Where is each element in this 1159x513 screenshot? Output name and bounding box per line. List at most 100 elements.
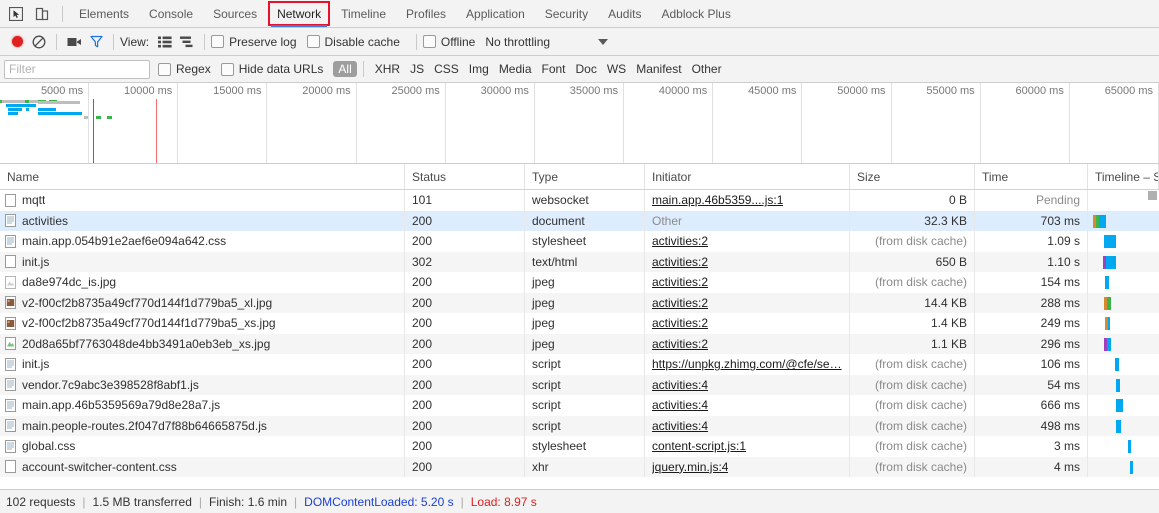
initiator-link[interactable]: activities:2: [652, 255, 708, 269]
list-view-button[interactable]: [154, 32, 176, 52]
table-row[interactable]: global.css 200 stylesheet content-script.js…: [0, 436, 1159, 457]
tab-timeline[interactable]: Timeline: [331, 0, 396, 27]
table-row[interactable]: da8e974dc_is.jpg 200 jpeg activities:2 (from…: [0, 272, 1159, 293]
cell-name[interactable]: 20d8a65bf7763048de4bb3491a0eb3eb_xs.jpg: [0, 333, 405, 354]
initiator-link[interactable]: activities:4: [652, 419, 708, 433]
tab-profiles[interactable]: Profiles: [396, 0, 456, 27]
column-header-type[interactable]: Type: [525, 164, 645, 189]
tab-security[interactable]: Security: [535, 0, 598, 27]
table-row[interactable]: main.people-routes.2f047d7f88b64665875d.…: [0, 415, 1159, 436]
cell-initiator[interactable]: activities:2: [645, 231, 850, 252]
table-row[interactable]: main.app.46b5359569a79d8e28a7.js 200 scrip…: [0, 395, 1159, 416]
table-row[interactable]: account-switcher-content.css 200 xhr jquery…: [0, 456, 1159, 477]
cell-initiator[interactable]: activities:4: [645, 415, 850, 436]
initiator-link[interactable]: activities:2: [652, 337, 708, 351]
cell-initiator[interactable]: activities:2: [645, 292, 850, 313]
cell-name[interactable]: activities: [0, 210, 405, 231]
cell-initiator[interactable]: activities:2: [645, 251, 850, 272]
table-row[interactable]: main.app.054b91e2aef6e094a642.css 200 styl…: [0, 231, 1159, 252]
cell-name[interactable]: v2-f00cf2b8735a49cf770d144f1d779ba5_xs.j…: [0, 313, 405, 334]
table-row[interactable]: init.js 200 script https://unpkg.zhimg.com/…: [0, 354, 1159, 375]
scrollbar-thumb[interactable]: [1148, 191, 1157, 200]
initiator-link[interactable]: activities:2: [652, 296, 708, 310]
cell-initiator[interactable]: activities:4: [645, 374, 850, 395]
chevron-down-icon[interactable]: [598, 38, 609, 45]
initiator-link[interactable]: activities:2: [652, 234, 708, 248]
filter-type-font[interactable]: Font: [537, 62, 571, 76]
column-header-time[interactable]: Time: [975, 164, 1088, 189]
throttling-select[interactable]: No throttling: [485, 35, 550, 49]
cell-initiator[interactable]: activities:2: [645, 272, 850, 293]
filter-toggle-button[interactable]: [85, 32, 107, 52]
table-row[interactable]: 20d8a65bf7763048de4bb3491a0eb3eb_xs.jpg 2…: [0, 333, 1159, 354]
waterfall-view-button[interactable]: [176, 32, 198, 52]
cell-initiator[interactable]: main.app.46b5359....js:1: [645, 190, 850, 211]
filter-type-ws[interactable]: WS: [602, 62, 631, 76]
initiator-link[interactable]: activities:4: [652, 378, 708, 392]
tab-elements[interactable]: Elements: [69, 0, 139, 27]
preserve-log-checkbox[interactable]: Preserve log: [211, 35, 297, 49]
table-row[interactable]: v2-f00cf2b8735a49cf770d144f1d779ba5_xl.j…: [0, 292, 1159, 313]
filter-type-js[interactable]: JS: [405, 62, 429, 76]
filter-type-img[interactable]: Img: [464, 62, 494, 76]
initiator-link[interactable]: main.app.46b5359....js:1: [652, 193, 783, 207]
cell-name[interactable]: main.app.46b5359569a79d8e28a7.js: [0, 395, 405, 416]
filter-type-all[interactable]: All: [333, 61, 357, 77]
inspect-element-icon[interactable]: [6, 4, 26, 23]
filter-type-css[interactable]: CSS: [429, 62, 464, 76]
cell-initiator[interactable]: jquery.min.js:4: [645, 456, 850, 477]
table-row[interactable]: v2-f00cf2b8735a49cf770d144f1d779ba5_xs.j…: [0, 313, 1159, 334]
filter-type-manifest[interactable]: Manifest: [631, 62, 686, 76]
tab-audits[interactable]: Audits: [598, 0, 651, 27]
network-overview-graph[interactable]: 5000 ms 10000 ms 15000 ms 20000 ms 25000 ms 3…: [0, 83, 1159, 164]
regex-checkbox[interactable]: Regex: [158, 62, 211, 76]
cell-name[interactable]: account-switcher-content.css: [0, 456, 405, 477]
cell-name[interactable]: global.css: [0, 436, 405, 457]
cell-name[interactable]: main.app.054b91e2aef6e094a642.css: [0, 231, 405, 252]
disable-cache-checkbox[interactable]: Disable cache: [306, 35, 400, 49]
table-row[interactable]: activities 200 document Other 32.3 KB 703 ms: [0, 210, 1159, 231]
column-header-size[interactable]: Size: [850, 164, 975, 189]
cell-name[interactable]: mqtt: [0, 190, 405, 211]
filter-input[interactable]: [4, 59, 150, 79]
capture-screenshots-button[interactable]: [63, 32, 85, 52]
initiator-link[interactable]: content-script.js:1: [652, 439, 746, 453]
cell-name[interactable]: da8e974dc_is.jpg: [0, 272, 405, 293]
cell-initiator[interactable]: activities:4: [645, 395, 850, 416]
cell-initiator[interactable]: activities:2: [645, 313, 850, 334]
cell-initiator[interactable]: activities:2: [645, 333, 850, 354]
filter-type-other[interactable]: Other: [687, 62, 727, 76]
table-row[interactable]: vendor.7c9abc3e398528f8abf1.js 200 script a…: [0, 374, 1159, 395]
initiator-link[interactable]: activities:2: [652, 316, 708, 330]
hide-data-urls-checkbox[interactable]: Hide data URLs: [220, 62, 323, 76]
cell-name[interactable]: v2-f00cf2b8735a49cf770d144f1d779ba5_xl.j…: [0, 292, 405, 313]
clear-button[interactable]: [28, 32, 50, 52]
initiator-link[interactable]: jquery.min.js:4: [652, 460, 728, 474]
cell-initiator[interactable]: https://unpkg.zhimg.com/@cfe/se…: [645, 354, 850, 375]
filter-type-xhr[interactable]: XHR: [370, 62, 405, 76]
initiator-link[interactable]: https://unpkg.zhimg.com/@cfe/se…: [652, 357, 842, 371]
tab-network[interactable]: Network: [267, 0, 331, 27]
device-toolbar-icon[interactable]: [32, 4, 52, 23]
record-button[interactable]: [6, 32, 28, 52]
tab-application[interactable]: Application: [456, 0, 535, 27]
tab-adblock-plus[interactable]: Adblock Plus: [651, 0, 740, 27]
column-header-status[interactable]: Status: [405, 164, 525, 189]
tab-sources[interactable]: Sources: [203, 0, 267, 27]
cell-initiator[interactable]: content-script.js:1: [645, 436, 850, 457]
column-header-name[interactable]: Name: [0, 164, 405, 189]
tab-console[interactable]: Console: [139, 0, 203, 27]
cell-name[interactable]: main.people-routes.2f047d7f88b64665875d.…: [0, 415, 405, 436]
cell-name[interactable]: vendor.7c9abc3e398528f8abf1.js: [0, 374, 405, 395]
column-header-waterfall[interactable]: Timeline – St: [1088, 164, 1159, 189]
cell-name[interactable]: init.js: [0, 251, 405, 272]
filter-type-doc[interactable]: Doc: [571, 62, 602, 76]
table-row[interactable]: mqtt 101 websocket main.app.46b5359....js:1…: [0, 190, 1159, 211]
initiator-link[interactable]: activities:2: [652, 275, 708, 289]
offline-checkbox[interactable]: Offline: [422, 35, 475, 49]
table-row[interactable]: init.js 302 text/html activities:2 650 B 1.10…: [0, 251, 1159, 272]
cell-name[interactable]: init.js: [0, 354, 405, 375]
initiator-link[interactable]: activities:4: [652, 398, 708, 412]
filter-type-media[interactable]: Media: [494, 62, 537, 76]
column-header-initiator[interactable]: Initiator: [645, 164, 850, 189]
